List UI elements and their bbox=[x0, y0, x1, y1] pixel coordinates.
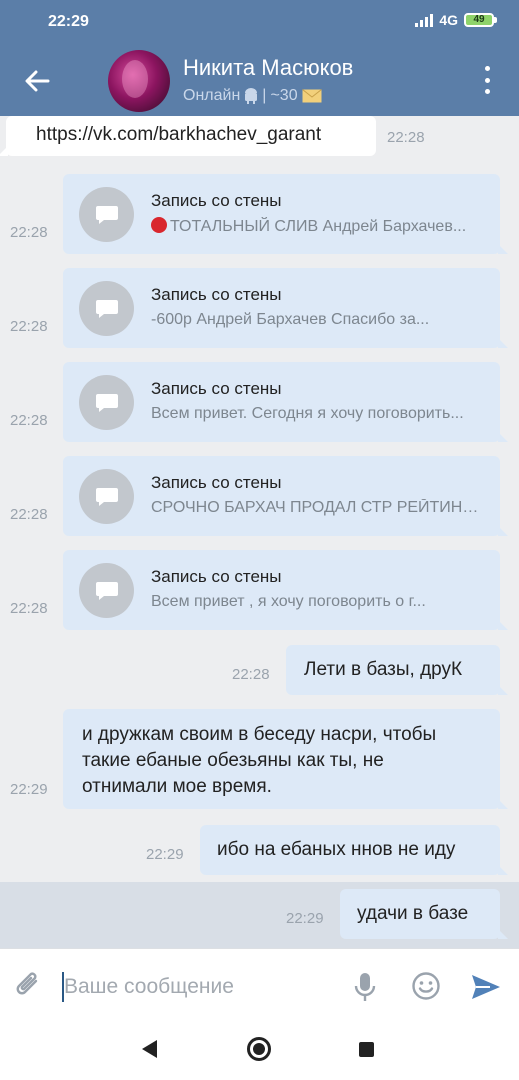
message-time: 22:28 bbox=[10, 318, 48, 335]
message-time: 22:28 bbox=[10, 506, 48, 523]
wall-post-title: Запись со стены bbox=[151, 379, 282, 398]
message-text: Лети в базы, друК bbox=[304, 659, 463, 680]
status-indicators: 4G 49 bbox=[415, 12, 497, 28]
message-time: 22:28 bbox=[10, 600, 48, 617]
wall-post-snippet: СРОЧНО БАРХАЧ ПРОДАЛ СТР РЕЙТИНГ... bbox=[151, 499, 481, 516]
contact-name[interactable]: Никита Масюков bbox=[183, 55, 353, 81]
microphone-icon bbox=[354, 973, 376, 1001]
message-time: 22:29 bbox=[286, 910, 324, 927]
comment-icon bbox=[95, 393, 118, 412]
wall-post-title: Запись со стены bbox=[151, 473, 282, 492]
message-time: 22:28 bbox=[387, 129, 425, 146]
envelope-icon bbox=[301, 89, 322, 103]
comment-icon bbox=[95, 581, 118, 600]
attach-button[interactable] bbox=[14, 969, 44, 1001]
online-status: Онлайн bbox=[183, 87, 241, 104]
battery-level: 49 bbox=[464, 13, 494, 27]
message-text-line: и дружкам своим в беседу насри, чтобы bbox=[82, 724, 437, 745]
wall-post-attachment[interactable]: Запись со стены СРОЧНО БАРХАЧ ПРОДАЛ СТР… bbox=[63, 456, 508, 536]
message-bubble[interactable]: Лети в базы, друК bbox=[286, 645, 508, 695]
comment-icon bbox=[95, 487, 118, 506]
message-text: удачи в базе bbox=[357, 903, 469, 924]
wall-post-icon bbox=[79, 187, 134, 242]
message-bubble[interactable]: и дружкам своим в беседу насри, чтобы та… bbox=[63, 709, 508, 809]
status-separator: | bbox=[262, 87, 267, 104]
red-circle-icon bbox=[151, 217, 167, 233]
message-bubble-link[interactable]: https://vk.com/barkhachev_garant bbox=[0, 116, 376, 156]
avatar[interactable] bbox=[108, 50, 170, 112]
contact-status: Онлайн | ~30 bbox=[183, 87, 322, 105]
network-type: 4G bbox=[439, 12, 458, 28]
wall-post-title: Запись со стены bbox=[151, 191, 282, 210]
message-composer bbox=[0, 948, 519, 1024]
nav-home-button[interactable] bbox=[247, 1037, 271, 1061]
status-bar: 22:29 4G 49 bbox=[0, 0, 519, 44]
wall-post-snippet: Всем привет. Сегодня я хочу поговорить..… bbox=[151, 405, 464, 422]
message-time: 22:29 bbox=[10, 781, 48, 798]
message-time: 22:29 bbox=[146, 846, 184, 863]
wall-post-icon bbox=[79, 469, 134, 524]
comment-icon bbox=[95, 205, 118, 224]
message-time: 22:28 bbox=[232, 666, 270, 683]
status-time: 22:29 bbox=[48, 13, 89, 30]
more-vertical-icon bbox=[484, 66, 490, 71]
message-time: 22:28 bbox=[10, 412, 48, 429]
message-text: ибо на ебаных ннов не иду bbox=[217, 839, 456, 860]
paperclip-icon bbox=[16, 972, 38, 995]
wall-post-title: Запись со стены bbox=[151, 567, 282, 586]
wall-post-attachment[interactable]: Запись со стены ТОТАЛЬНЫЙ СЛИВ Андрей Ба… bbox=[63, 174, 508, 254]
message-time: 22:28 bbox=[10, 224, 48, 241]
message-bubble[interactable]: удачи в базе bbox=[340, 889, 508, 939]
send-icon bbox=[472, 975, 500, 999]
chat-area[interactable]: https://vk.com/barkhachev_garant 22:28 2… bbox=[0, 116, 519, 948]
message-bubble[interactable]: ибо на ебаных ннов не иду bbox=[200, 825, 508, 875]
wall-post-attachment[interactable]: Запись со стены Всем привет. Сегодня я х… bbox=[63, 362, 508, 442]
status-extra: ~30 bbox=[270, 87, 298, 104]
comment-icon bbox=[95, 299, 118, 318]
back-button[interactable] bbox=[20, 64, 54, 98]
wall-post-icon bbox=[79, 281, 134, 336]
voice-message-button[interactable] bbox=[352, 971, 378, 1003]
smiley-icon bbox=[412, 972, 440, 1000]
wall-post-snippet: -600р Андрей Бархачев Спасибо за... bbox=[151, 311, 430, 328]
android-icon bbox=[245, 88, 258, 104]
emoji-button[interactable] bbox=[411, 971, 441, 1001]
send-button[interactable] bbox=[470, 973, 502, 1001]
wall-post-snippet: ТОТАЛЬНЫЙ СЛИВ Андрей Бархачев... bbox=[151, 217, 481, 236]
wall-post-title: Запись со стены bbox=[151, 285, 282, 304]
wall-post-icon bbox=[79, 563, 134, 618]
arrow-left-icon bbox=[25, 70, 50, 92]
wall-post-attachment[interactable]: Запись со стены -600р Андрей Бархачев Сп… bbox=[63, 268, 508, 348]
system-navigation-bar bbox=[0, 1024, 519, 1080]
wall-post-icon bbox=[79, 375, 134, 430]
link-text[interactable]: https://vk.com/barkhachev_garant bbox=[36, 124, 321, 146]
nav-recents-button[interactable] bbox=[359, 1042, 374, 1057]
chat-header: Никита Масюков Онлайн | ~30 bbox=[0, 44, 519, 116]
more-menu-button[interactable] bbox=[481, 66, 493, 94]
signal-icon bbox=[415, 13, 434, 27]
wall-post-snippet: Всем привет , я хочу поговорить о г... bbox=[151, 593, 426, 610]
nav-back-button[interactable] bbox=[142, 1040, 157, 1058]
message-text-line: отнимали мое время. bbox=[82, 776, 272, 797]
message-input[interactable] bbox=[64, 971, 334, 1003]
wall-post-attachment[interactable]: Запись со стены Всем привет , я хочу пог… bbox=[63, 550, 508, 630]
battery-icon: 49 bbox=[464, 13, 497, 27]
message-text-line: такие ебаные обезьяны как ты, не bbox=[82, 750, 384, 771]
